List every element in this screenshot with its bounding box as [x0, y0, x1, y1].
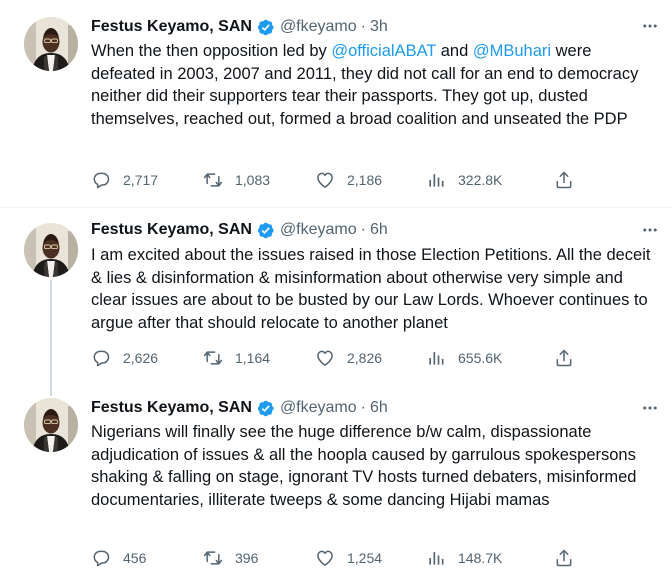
- retweet-count: 1,164: [235, 350, 271, 366]
- share-icon: [554, 170, 574, 190]
- view-count: 655.6K: [458, 350, 503, 366]
- avatar[interactable]: [24, 17, 78, 71]
- timestamp[interactable]: 6h: [370, 221, 388, 239]
- author-handle[interactable]: @fkeyamo: [280, 399, 357, 417]
- tweet-text-segment: and: [436, 42, 473, 60]
- timestamp[interactable]: 3h: [370, 18, 388, 36]
- separator-dot: ·: [360, 221, 366, 238]
- tweet[interactable]: Festus Keyamo, SAN @fkeyamo · 3h When th…: [0, 0, 672, 208]
- retweet-button[interactable]: 1,083: [203, 170, 315, 190]
- reply-count: 2,626: [123, 350, 159, 366]
- retweet-icon: [203, 348, 223, 368]
- timestamp[interactable]: 6h: [370, 399, 388, 417]
- reply-button[interactable]: 2,626: [91, 348, 203, 368]
- tweet-header: Festus Keyamo, SAN @fkeyamo · 3h: [91, 16, 632, 38]
- action-bar: 2,626 1,164 2,826 655.6K: [91, 346, 651, 370]
- share-icon: [554, 348, 574, 368]
- reply-count: 456: [123, 550, 147, 566]
- share-button[interactable]: [554, 348, 594, 368]
- share-button[interactable]: [554, 170, 594, 190]
- author-handle[interactable]: @fkeyamo: [280, 18, 357, 36]
- like-count: 1,254: [347, 550, 383, 566]
- reply-count: 2,717: [123, 172, 159, 188]
- more-dots-icon[interactable]: [640, 16, 660, 36]
- reply-icon: [91, 548, 111, 568]
- tweet-text: Nigerians will finally see the huge diff…: [91, 423, 637, 509]
- like-button[interactable]: 2,826: [315, 348, 426, 368]
- heart-icon: [315, 170, 335, 190]
- views-chart-icon: [426, 170, 446, 190]
- reply-icon: [91, 348, 111, 368]
- retweet-count: 1,083: [235, 172, 271, 188]
- verified-badge-icon: [256, 18, 275, 37]
- like-count: 2,826: [347, 350, 383, 366]
- author-name[interactable]: Festus Keyamo, SAN: [91, 18, 252, 36]
- separator-dot: ·: [360, 18, 366, 35]
- verified-badge-icon: [256, 221, 275, 240]
- author-name[interactable]: Festus Keyamo, SAN: [91, 221, 252, 239]
- tweet-text: When the then opposition led by @officia…: [91, 40, 659, 130]
- thread-connector-line: [50, 280, 52, 396]
- views-button[interactable]: 322.8K: [426, 170, 554, 190]
- tweet-text: I am excited about the issues raised in …: [91, 246, 651, 332]
- avatar[interactable]: [24, 398, 78, 452]
- views-button[interactable]: 148.7K: [426, 548, 554, 568]
- like-count: 2,186: [347, 172, 383, 188]
- views-chart-icon: [426, 548, 446, 568]
- action-bar: 456 396 1,254 148.7K: [91, 546, 651, 570]
- like-button[interactable]: 2,186: [315, 170, 426, 190]
- mention-link[interactable]: @MBuhari: [473, 42, 551, 60]
- share-button[interactable]: [554, 548, 594, 568]
- mention-link[interactable]: @officialABAT: [331, 42, 436, 60]
- more-dots-icon[interactable]: [640, 220, 660, 240]
- heart-icon: [315, 548, 335, 568]
- views-chart-icon: [426, 348, 446, 368]
- separator-dot: ·: [360, 399, 366, 416]
- like-button[interactable]: 1,254: [315, 548, 426, 568]
- view-count: 148.7K: [458, 550, 503, 566]
- tweet-text-segment: When the then opposition led by: [91, 42, 332, 60]
- reply-icon: [91, 170, 111, 190]
- retweet-button[interactable]: 1,164: [203, 348, 315, 368]
- author-handle[interactable]: @fkeyamo: [280, 221, 357, 239]
- share-icon: [554, 548, 574, 568]
- author-name[interactable]: Festus Keyamo, SAN: [91, 399, 252, 417]
- heart-icon: [315, 348, 335, 368]
- view-count: 322.8K: [458, 172, 503, 188]
- retweet-icon: [203, 548, 223, 568]
- views-button[interactable]: 655.6K: [426, 348, 554, 368]
- retweet-icon: [203, 170, 223, 190]
- avatar[interactable]: [24, 223, 78, 277]
- reply-button[interactable]: 456: [91, 548, 203, 568]
- more-dots-icon[interactable]: [640, 398, 660, 418]
- verified-badge-icon: [256, 399, 275, 418]
- action-bar: 2,717 1,083 2,186 322.8K: [91, 168, 651, 192]
- retweet-count: 396: [235, 550, 259, 566]
- tweet-header: Festus Keyamo, SAN @fkeyamo · 6h: [91, 219, 632, 241]
- reply-button[interactable]: 2,717: [91, 170, 203, 190]
- retweet-button[interactable]: 396: [203, 548, 315, 568]
- tweet-header: Festus Keyamo, SAN @fkeyamo · 6h: [91, 397, 632, 419]
